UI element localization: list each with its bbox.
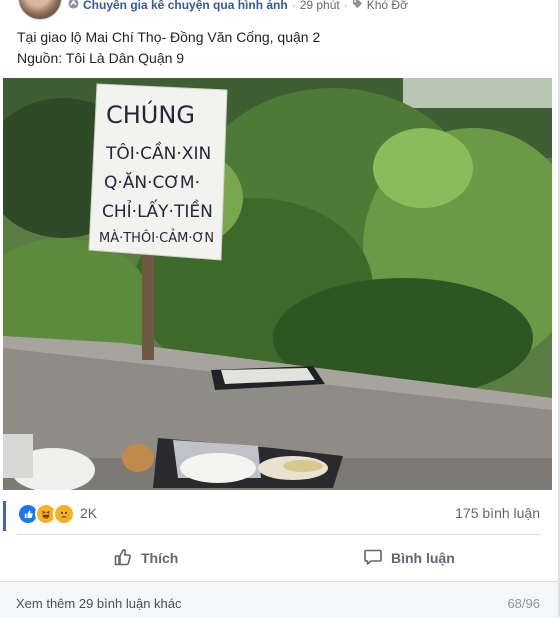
post-header: Chuyên gia kê chuyện qua hình ảnh · 29 p…	[0, 0, 558, 22]
comment-label: Bình luận	[391, 550, 455, 566]
sad-icon	[53, 503, 75, 525]
post-card: Chuyên gia kê chuyện qua hình ảnh · 29 p…	[0, 0, 560, 618]
reaction-count[interactable]: 2K	[80, 505, 97, 521]
separator: ·	[291, 0, 296, 12]
view-more-comments-link[interactable]: Xem thêm 29 bình luận khác	[16, 596, 182, 611]
thumbs-up-icon	[113, 547, 133, 570]
sign-line: MÀ·THÔI·CẢM·ƠN	[99, 229, 214, 246]
action-bar: Thích Bình luận	[0, 537, 558, 579]
group-icon	[68, 0, 79, 12]
reaction-icons[interactable]	[17, 503, 75, 525]
reactions-bar: 2K 175 bình luận	[0, 497, 558, 531]
avatar[interactable]	[18, 0, 62, 20]
comment-button[interactable]: Bình luận	[363, 537, 455, 579]
sign-line: Q·ĂN·CƠM·	[104, 171, 200, 193]
post-tag[interactable]: Khó Đỡ	[367, 0, 408, 12]
sign-line: CHỈ·LẤY·TIỀN	[102, 198, 213, 222]
post-text: Tại giao lộ Mai Chí Thọ- Đồng Văn Cống, …	[17, 27, 320, 69]
post-photo[interactable]: CHÚNG TÔI·CẦN·XIN Q·ĂN·CƠM· CHỈ·LẤY·TIỀN…	[3, 78, 552, 490]
comment-icon	[363, 547, 383, 570]
post-text-line: Tại giao lộ Mai Chí Thọ- Đồng Văn Cống, …	[17, 29, 321, 45]
post-time[interactable]: 29 phút	[300, 0, 340, 12]
separator: ·	[343, 0, 348, 12]
comment-page-count: 68/96	[507, 596, 540, 611]
accent-bar	[3, 501, 6, 531]
comments-footer: Xem thêm 29 bình luận khác 68/96	[0, 581, 558, 618]
tag-icon	[352, 0, 363, 12]
comment-count[interactable]: 175 bình luận	[455, 505, 540, 521]
like-label: Thích	[141, 550, 179, 566]
post-text-line: Nguồn: Tôi Là Dân Quận 9	[17, 50, 185, 66]
group-name-link[interactable]: Chuyên gia kê chuyện qua hình ảnh	[83, 0, 288, 12]
post-meta: Chuyên gia kê chuyện qua hình ảnh · 29 p…	[68, 0, 408, 12]
like-button[interactable]: Thích	[113, 537, 178, 579]
sign-line: TÔI·CẦN·XIN	[105, 140, 211, 164]
divider	[17, 534, 541, 535]
sign-line: CHÚNG	[106, 99, 195, 129]
